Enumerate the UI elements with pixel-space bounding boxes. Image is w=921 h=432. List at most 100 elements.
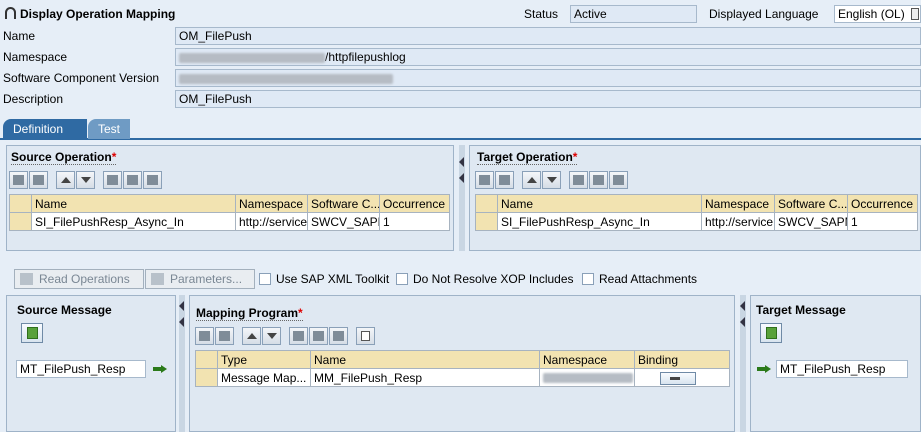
row-selector-header[interactable]	[9, 194, 32, 213]
cut-button[interactable]	[289, 327, 308, 345]
do-not-resolve-xop-checkbox[interactable]	[396, 273, 408, 285]
object-select-icon	[27, 327, 38, 339]
scissors-icon	[293, 331, 304, 341]
tab-definition[interactable]: Definition	[3, 119, 87, 139]
read-operations-button[interactable]: Read Operations	[14, 269, 144, 289]
dropdown-icon[interactable]	[911, 8, 919, 20]
tab-test[interactable]: Test	[88, 119, 130, 139]
row-selector[interactable]	[9, 212, 32, 231]
column-header[interactable]: Type	[217, 350, 311, 369]
paste-button[interactable]	[143, 171, 162, 189]
tab-strip-line	[0, 138, 921, 140]
row-selector[interactable]	[475, 212, 498, 231]
table-cell[interactable]: SI_FilePushResp_Async_In	[31, 212, 236, 231]
table-row[interactable]: SI_FilePushResp_Async_In http://service.…	[9, 212, 450, 231]
column-header[interactable]: Name	[310, 350, 540, 369]
collapse-left-icon[interactable]	[740, 317, 745, 327]
source-message-splitter[interactable]	[179, 295, 185, 432]
delete-row-button[interactable]	[29, 171, 48, 189]
link-arrow-icon	[153, 365, 167, 373]
table-cell[interactable]: http://service.	[701, 212, 775, 231]
copy-button[interactable]	[309, 327, 328, 345]
header-bar: Display Operation Mapping Status Active …	[0, 0, 921, 28]
document-button[interactable]	[356, 327, 375, 345]
table-cell[interactable]	[539, 368, 635, 387]
target-operation-toolbar	[475, 171, 628, 189]
row-selector[interactable]	[195, 368, 218, 387]
move-up-button[interactable]	[242, 327, 261, 345]
table-cell[interactable]: Message Map...	[217, 368, 311, 387]
table-cell[interactable]	[634, 368, 730, 387]
read-attachments-checkbox[interactable]	[582, 273, 594, 285]
binding-button[interactable]	[660, 371, 696, 385]
language-value: English (OL)	[838, 7, 905, 21]
name-field: OM_FilePush	[175, 27, 921, 45]
column-header[interactable]: Namespace	[539, 350, 635, 369]
column-header[interactable]: Binding	[634, 350, 730, 369]
arrow-down-icon	[546, 177, 557, 183]
language-label: Displayed Language	[709, 7, 819, 21]
table-cell[interactable]: SI_FilePushResp_Async_In	[497, 212, 702, 231]
column-header[interactable]: Name	[31, 194, 236, 213]
use-sap-xml-toolkit-checkbox[interactable]	[259, 273, 271, 285]
insert-row-button[interactable]	[475, 171, 494, 189]
table-cell[interactable]: 1	[847, 212, 918, 231]
table-cell[interactable]: http://service.	[235, 212, 308, 231]
move-down-button[interactable]	[262, 327, 281, 345]
copy-button[interactable]	[123, 171, 142, 189]
move-up-button[interactable]	[522, 171, 541, 189]
row-selector-header[interactable]	[195, 350, 218, 369]
target-operation-title: Target Operation*	[477, 150, 578, 165]
column-header[interactable]: Occurrence	[847, 194, 918, 213]
column-header[interactable]: Namespace	[701, 194, 775, 213]
table-cell[interactable]: SWCV_SAPM	[774, 212, 848, 231]
column-header[interactable]: Occurrence	[379, 194, 450, 213]
parameters-button[interactable]: Parameters...	[145, 269, 255, 289]
select-target-message-button[interactable]	[760, 323, 782, 343]
copy-button[interactable]	[589, 171, 608, 189]
move-up-button[interactable]	[56, 171, 75, 189]
column-header[interactable]: Name	[497, 194, 702, 213]
collapse-left-icon[interactable]	[459, 173, 464, 183]
collapse-left-icon[interactable]	[740, 301, 745, 311]
operation-splitter[interactable]	[459, 145, 465, 251]
mapping-program-toolbar	[195, 327, 375, 345]
status-label: Status	[524, 7, 559, 21]
cut-button[interactable]	[103, 171, 122, 189]
table-row[interactable]: Message Map... MM_FilePush_Resp	[195, 368, 730, 387]
table-cell[interactable]: MM_FilePush_Resp	[310, 368, 540, 387]
read-attachments-label: Read Attachments	[599, 272, 698, 286]
delete-row-icon	[219, 331, 230, 341]
column-header[interactable]: Software C...	[307, 194, 380, 213]
insert-row-icon	[479, 175, 490, 185]
collapse-left-icon[interactable]	[459, 157, 464, 167]
table-row[interactable]: SI_FilePushResp_Async_In http://service.…	[475, 212, 918, 231]
delete-row-button[interactable]	[215, 327, 234, 345]
target-message-title: Target Message	[756, 303, 846, 317]
swcv-label: Software Component Version	[3, 71, 160, 85]
move-down-button[interactable]	[76, 171, 95, 189]
scissors-icon	[107, 175, 118, 185]
select-source-message-button[interactable]	[21, 323, 43, 343]
collapse-left-icon[interactable]	[179, 301, 184, 311]
column-header[interactable]: Software C...	[774, 194, 848, 213]
move-down-button[interactable]	[542, 171, 561, 189]
namespace-field: /httpfilepushlog	[175, 48, 921, 66]
source-message-field: MT_FilePush_Resp	[16, 360, 146, 378]
cut-button[interactable]	[569, 171, 588, 189]
delete-row-button[interactable]	[495, 171, 514, 189]
delete-row-icon	[33, 175, 44, 185]
row-selector-header[interactable]	[475, 194, 498, 213]
insert-row-button[interactable]	[9, 171, 28, 189]
paste-button[interactable]	[329, 327, 348, 345]
column-header[interactable]: Namespace	[235, 194, 308, 213]
page-title: Display Operation Mapping	[20, 7, 176, 21]
namespace-value: /httpfilepushlog	[325, 50, 406, 64]
paste-button[interactable]	[609, 171, 628, 189]
language-select[interactable]: English (OL)	[834, 5, 921, 23]
table-cell[interactable]: 1	[379, 212, 450, 231]
collapse-left-icon[interactable]	[179, 317, 184, 327]
target-message-splitter[interactable]	[740, 295, 746, 432]
table-cell[interactable]: SWCV_SAPM	[307, 212, 380, 231]
insert-row-button[interactable]	[195, 327, 214, 345]
